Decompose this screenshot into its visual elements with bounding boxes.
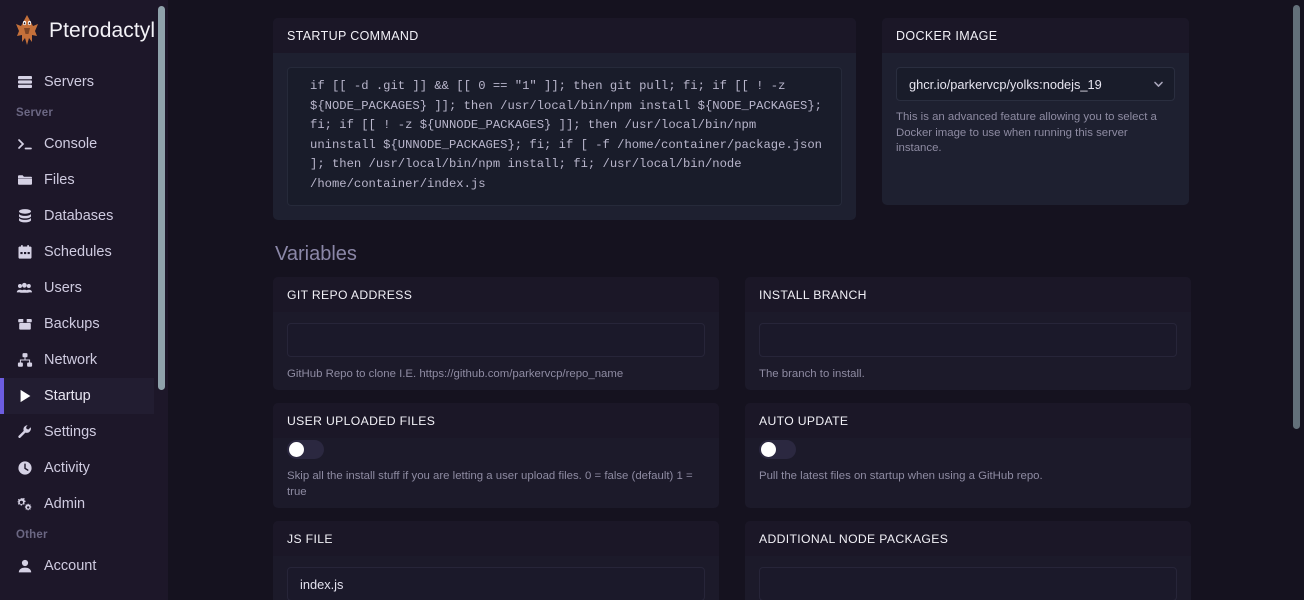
variable-input[interactable]: [759, 323, 1177, 357]
content-wrapper: STARTUP COMMAND if [[ -d .git ]] && [[ 0…: [168, 0, 1304, 600]
variable-input[interactable]: [287, 323, 705, 357]
brand-name: Pterodactyl: [49, 19, 156, 42]
variable-title: AUTO UPDATE: [745, 403, 1191, 438]
docker-image-title: DOCKER IMAGE: [882, 18, 1189, 53]
variable-title: INSTALL BRANCH: [745, 277, 1191, 312]
startup-command-card: STARTUP COMMAND if [[ -d .git ]] && [[ 0…: [273, 18, 856, 220]
main-content: STARTUP COMMAND if [[ -d .git ]] && [[ 0…: [168, 0, 1304, 600]
page-scrollbar[interactable]: [1289, 0, 1304, 600]
variable-card-user-uploaded-files: USER UPLOADED FILES Skip all the install…: [273, 403, 719, 508]
variable-body: Pull the latest files on startup when us…: [745, 438, 1191, 492]
variable-input[interactable]: [759, 567, 1177, 600]
page-scrollbar-thumb[interactable]: [1293, 5, 1300, 429]
variables-section-title: Variables: [275, 243, 357, 265]
variable-card-git-repo-address: GIT REPO ADDRESS GitHub Repo to clone I.…: [273, 277, 719, 390]
toggle-knob: [289, 442, 304, 457]
database-icon: [16, 208, 33, 225]
startup-command-text: if [[ -d .git ]] && [[ 0 == "1" ]]; then…: [287, 67, 842, 206]
cogs-icon: [16, 496, 33, 513]
sidebar-item-label: Network: [44, 352, 98, 368]
sidebar-scrollbar[interactable]: [154, 0, 168, 600]
variable-toggle[interactable]: [287, 440, 324, 459]
chevron-down-icon[interactable]: [1152, 78, 1165, 91]
sidebar: Pterodactyl Servers Server Console Files…: [0, 0, 168, 600]
sidebar-item-label: Settings: [44, 424, 97, 440]
variable-body: index.js The file that starts the app: [273, 556, 719, 600]
user-icon: [16, 558, 33, 575]
variable-title: GIT REPO ADDRESS: [273, 277, 719, 312]
variable-card-auto-update: AUTO UPDATE Pull the latest files on sta…: [745, 403, 1191, 508]
variable-title: JS FILE: [273, 521, 719, 556]
docker-image-help: This is an advanced feature allowing you…: [896, 111, 1157, 154]
sidebar-item-network[interactable]: Network: [0, 342, 168, 378]
sidebar-item-label: Activity: [44, 460, 90, 476]
clock-icon: [16, 460, 33, 477]
sidebar-item-schedules[interactable]: Schedules: [0, 234, 168, 270]
network-icon: [16, 352, 33, 369]
sidebar-item-label: Admin: [44, 496, 86, 512]
sidebar-item-label: Databases: [44, 208, 114, 224]
app-root: Pterodactyl Servers Server Console Files…: [0, 0, 1304, 600]
sidebar-group-server-label: Server: [16, 107, 54, 119]
variable-body: GitHub Repo to clone I.E. https://github…: [273, 312, 719, 390]
variable-card-js-file: JS FILE index.js The file that starts th…: [273, 521, 719, 600]
variable-input[interactable]: index.js: [287, 567, 705, 600]
variable-body: The branch to install.: [745, 312, 1191, 390]
variables-grid: GIT REPO ADDRESS GitHub Repo to clone I.…: [273, 277, 1194, 600]
sidebar-item-label: Startup: [44, 388, 91, 404]
variable-description: Skip all the install stuff if you are le…: [287, 470, 693, 498]
sidebar-item-label: Console: [44, 136, 98, 152]
sidebar-item-admin[interactable]: Admin: [0, 486, 168, 522]
sidebar-item-label: Backups: [44, 316, 100, 332]
toggle-knob: [761, 442, 776, 457]
sidebar-item-label: Account: [44, 558, 97, 574]
sidebar-item-startup[interactable]: Startup: [0, 378, 168, 414]
variable-description: The branch to install.: [759, 368, 865, 380]
pterodactyl-logo-icon: [14, 14, 40, 48]
play-icon: [16, 388, 33, 405]
sidebar-item-databases[interactable]: Databases: [0, 198, 168, 234]
sidebar-item-label: Servers: [44, 74, 94, 90]
sidebar-scrollbar-thumb[interactable]: [158, 6, 165, 390]
servers-icon: [16, 74, 33, 91]
sidebar-item-label: Schedules: [44, 244, 112, 260]
calendar-icon: [16, 244, 33, 261]
users-icon: [16, 280, 33, 297]
sidebar-item-settings[interactable]: Settings: [0, 414, 168, 450]
docker-image-body: ghcr.io/parkervcp/yolks:nodejs_19 This i…: [882, 53, 1189, 205]
backups-icon: [16, 316, 33, 333]
sidebar-item-label: Files: [44, 172, 75, 188]
variable-body: Install additional node packages. Use sp…: [745, 556, 1191, 600]
variable-card-install-branch: INSTALL BRANCH The branch to install.: [745, 277, 1191, 390]
variable-body: Skip all the install stuff if you are le…: [273, 438, 719, 508]
sidebar-item-users[interactable]: Users: [0, 270, 168, 306]
sidebar-item-backups[interactable]: Backups: [0, 306, 168, 342]
sidebar-group-other-label: Other: [16, 529, 48, 541]
top-row: STARTUP COMMAND if [[ -d .git ]] && [[ 0…: [273, 18, 1194, 220]
variable-title: ADDITIONAL NODE PACKAGES: [745, 521, 1191, 556]
console-icon: [16, 136, 33, 153]
variable-description: GitHub Repo to clone I.E. https://github…: [287, 368, 624, 380]
docker-image-card: DOCKER IMAGE ghcr.io/parkervcp/yolks:nod…: [882, 18, 1189, 205]
variable-toggle[interactable]: [759, 440, 796, 459]
wrench-icon: [16, 424, 33, 441]
sidebar-item-servers[interactable]: Servers: [0, 64, 168, 100]
variable-card-additional-node-packages: ADDITIONAL NODE PACKAGES Install additio…: [745, 521, 1191, 600]
sidebar-item-activity[interactable]: Activity: [0, 450, 168, 486]
startup-command-body: if [[ -d .git ]] && [[ 0 == "1" ]]; then…: [273, 53, 856, 220]
docker-image-select[interactable]: ghcr.io/parkervcp/yolks:nodejs_19: [896, 67, 1175, 101]
variable-description: Pull the latest files on startup when us…: [759, 470, 1043, 482]
sidebar-item-label: Users: [44, 280, 82, 296]
brand[interactable]: Pterodactyl: [0, 0, 168, 64]
sidebar-item-files[interactable]: Files: [0, 162, 168, 198]
sidebar-item-console[interactable]: Console: [0, 126, 168, 162]
startup-command-title: STARTUP COMMAND: [273, 18, 856, 53]
docker-image-selected-value: ghcr.io/parkervcp/yolks:nodejs_19: [909, 76, 1102, 92]
folder-icon: [16, 172, 33, 189]
sidebar-item-account[interactable]: Account: [0, 548, 168, 584]
variable-title: USER UPLOADED FILES: [273, 403, 719, 438]
